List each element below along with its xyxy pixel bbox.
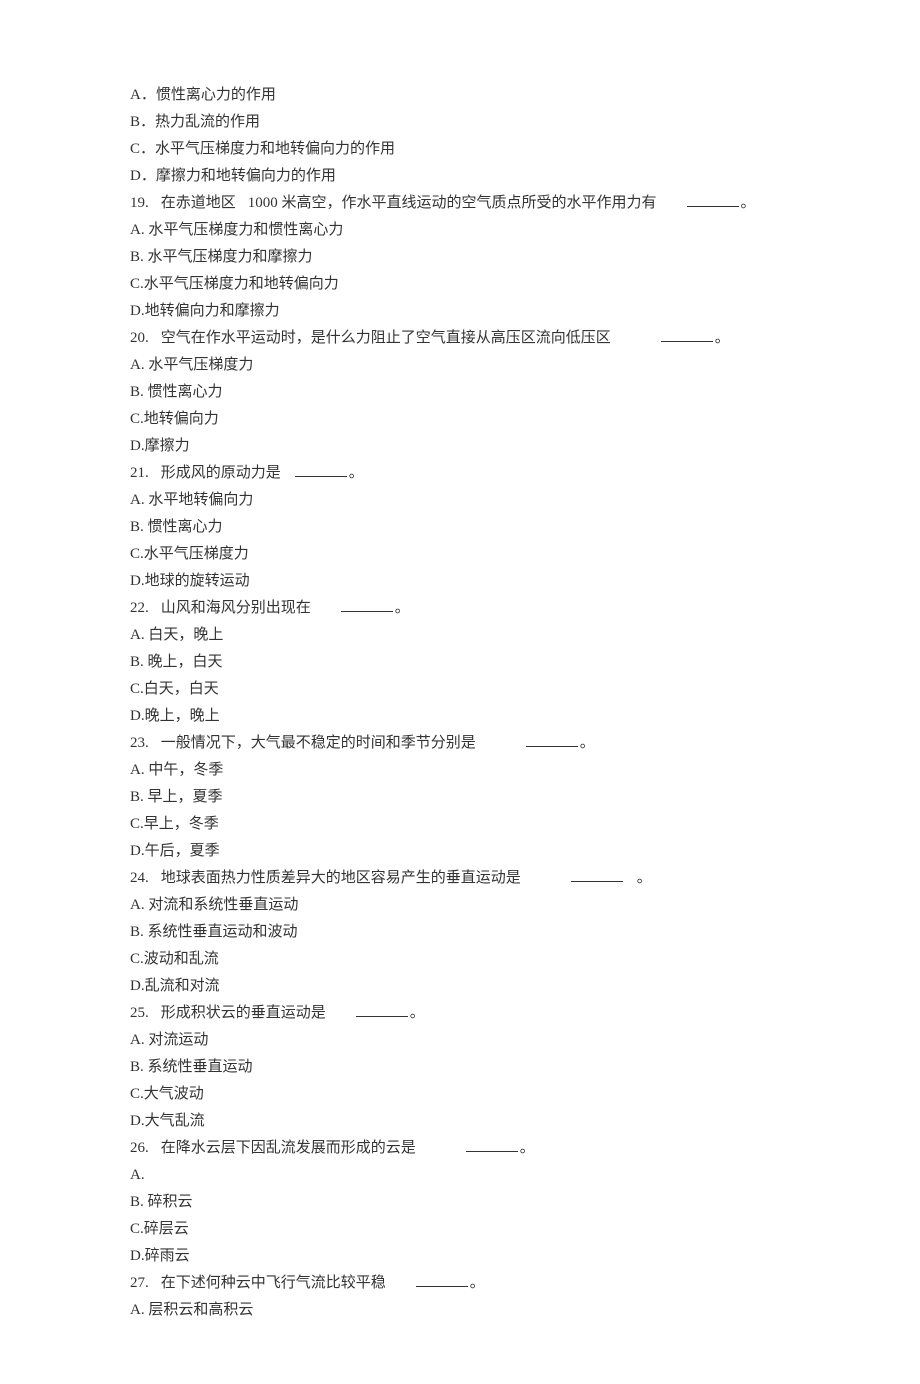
q22-text: 山风和海风分别出现在 [161,600,311,616]
q24-option-a: A. 对流和系统性垂直运动 [130,892,790,919]
q27-text: 在下述何种云中飞行气流比较平稳 [161,1275,386,1291]
document-page: A．惯性离心力的作用 B．热力乱流的作用 C．水平气压梯度力和地转偏向力的作用 … [0,0,920,1384]
q25-option-b: B. 系统性垂直运动 [130,1054,790,1081]
q22-stem: 22. 山风和海风分别出现在 。 [130,595,790,622]
q22-option-d: D.晚上，晚上 [130,703,790,730]
q26-option-a: A. [130,1162,790,1189]
q26-option-c: C.碎层云 [130,1216,790,1243]
q26-option-b: B. 碎积云 [130,1189,790,1216]
q25-text: 形成积状云的垂直运动是 [161,1005,326,1021]
q25-option-d: D.大气乱流 [130,1108,790,1135]
q24-option-d: D.乱流和对流 [130,973,790,1000]
q19-text-b: 1000 米高空，作水平直线运动的空气质点所受的水平作用力有 [248,195,657,211]
q23-option-a: A. 中午，冬季 [130,757,790,784]
q24-option-b: B. 系统性垂直运动和波动 [130,919,790,946]
q20-option-c: C.地转偏向力 [130,406,790,433]
period: 。 [470,1275,485,1291]
q21-option-d: D.地球的旋转运动 [130,568,790,595]
blank-fill [466,1137,518,1152]
q23-number: 23. [130,735,149,751]
period: 。 [349,465,364,481]
q22-option-b: B. 晚上，白天 [130,649,790,676]
q26-number: 26. [130,1140,149,1156]
q21-option-c: C.水平气压梯度力 [130,541,790,568]
q18-option-b: B．热力乱流的作用 [130,109,790,136]
q21-option-a: A. 水平地转偏向力 [130,487,790,514]
q27-stem: 27. 在下述何种云中飞行气流比较平稳 。 [130,1270,790,1297]
q18-option-c: C．水平气压梯度力和地转偏向力的作用 [130,136,790,163]
q25-option-c: C.大气波动 [130,1081,790,1108]
q27-option-a: A. 层积云和高积云 [130,1297,790,1324]
q20-text: 空气在作水平运动时，是什么力阻止了空气直接从高压区流向低压区 [161,330,611,346]
blank-fill [687,192,739,207]
period: 。 [410,1005,425,1021]
blank-fill [356,1002,408,1017]
q19-option-b: B. 水平气压梯度力和摩擦力 [130,244,790,271]
period: 。 [580,735,595,751]
q19-text-a: 在赤道地区 [161,195,236,211]
q26-text: 在降水云层下因乱流发展而形成的云是 [161,1140,416,1156]
q22-number: 22. [130,600,149,616]
period: 。 [520,1140,535,1156]
q18-option-d: D．摩擦力和地转偏向力的作用 [130,163,790,190]
q20-option-d: D.摩擦力 [130,433,790,460]
q24-number: 24. [130,870,149,886]
q19-number: 19. [130,195,149,211]
q22-option-a: A. 白天，晚上 [130,622,790,649]
period: 。 [715,330,730,346]
q24-stem: 24. 地球表面热力性质差异大的地区容易产生的垂直运动是 。 [130,865,790,892]
period: 。 [395,600,410,616]
q20-option-b: B. 惯性离心力 [130,379,790,406]
blank-fill [571,867,623,882]
q26-option-d: D.碎雨云 [130,1243,790,1270]
blank-fill [295,462,347,477]
q20-option-a: A. 水平气压梯度力 [130,352,790,379]
q23-option-c: C.早上，冬季 [130,811,790,838]
q22-option-c: C.白天，白天 [130,676,790,703]
q21-option-b: B. 惯性离心力 [130,514,790,541]
period: 。 [741,195,756,211]
q20-stem: 20. 空气在作水平运动时，是什么力阻止了空气直接从高压区流向低压区 。 [130,325,790,352]
q19-stem: 19. 在赤道地区 1000 米高空，作水平直线运动的空气质点所受的水平作用力有 。 [130,190,790,217]
q19-option-a: A. 水平气压梯度力和惯性离心力 [130,217,790,244]
blank-fill [341,597,393,612]
q23-option-b: B. 早上，夏季 [130,784,790,811]
q19-option-d: D.地转偏向力和摩擦力 [130,298,790,325]
q20-number: 20. [130,330,149,346]
period: 。 [637,870,652,886]
q24-text: 地球表面热力性质差异大的地区容易产生的垂直运动是 [161,870,521,886]
q23-text: 一般情况下，大气最不稳定的时间和季节分别是 [161,735,476,751]
q18-option-a: A．惯性离心力的作用 [130,82,790,109]
q27-number: 27. [130,1275,149,1291]
blank-fill [661,327,713,342]
q21-stem: 21. 形成风的原动力是 。 [130,460,790,487]
q25-number: 25. [130,1005,149,1021]
q23-option-d: D.午后，夏季 [130,838,790,865]
q21-text: 形成风的原动力是 [161,465,281,481]
blank-fill [416,1272,468,1287]
q25-stem: 25. 形成积状云的垂直运动是 。 [130,1000,790,1027]
q21-number: 21. [130,465,149,481]
q23-stem: 23. 一般情况下，大气最不稳定的时间和季节分别是 。 [130,730,790,757]
q25-option-a: A. 对流运动 [130,1027,790,1054]
blank-fill [526,732,578,747]
q26-stem: 26. 在降水云层下因乱流发展而形成的云是 。 [130,1135,790,1162]
q24-option-c: C.波动和乱流 [130,946,790,973]
q19-option-c: C.水平气压梯度力和地转偏向力 [130,271,790,298]
